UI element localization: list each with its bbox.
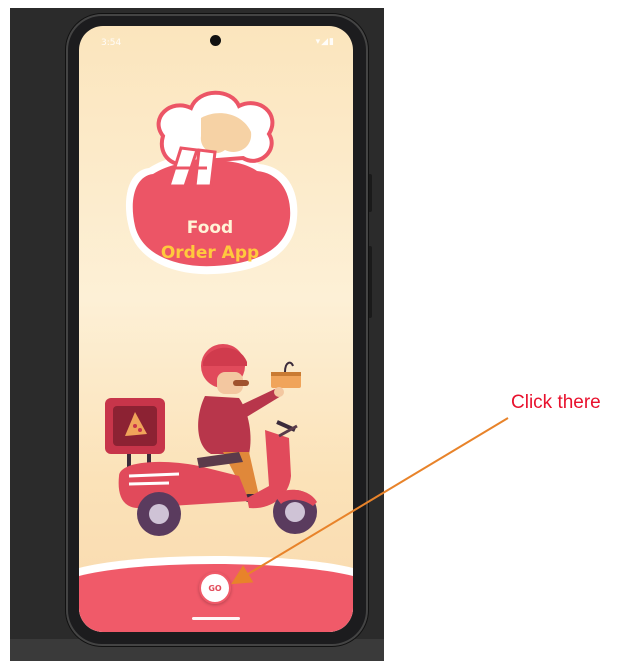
home-indicator[interactable] (192, 617, 240, 620)
camera-cutout (210, 35, 221, 46)
annotation-label: Click there (511, 392, 601, 413)
status-time: 3:54 (101, 38, 122, 48)
logo-title-line1: Food (186, 218, 234, 238)
delivery-scooter-illustration (105, 344, 317, 536)
power-button[interactable] (368, 246, 372, 318)
logo-title-line2: Order App (160, 243, 260, 263)
phone-screen: 3:54 ▾◢▮ Food Order App GO (79, 26, 353, 632)
volume-button[interactable] (368, 174, 372, 212)
app-logo: Food Order App (119, 78, 301, 278)
go-button[interactable]: GO (199, 572, 231, 604)
status-icons: ▾◢▮ (315, 37, 335, 47)
